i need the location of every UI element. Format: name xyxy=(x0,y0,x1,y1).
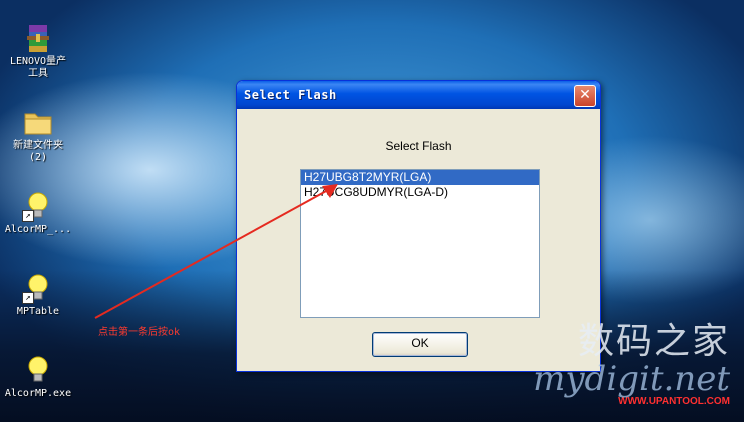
desktop-icon-alcormp-shortcut[interactable]: ↗ AlcorMP_... xyxy=(2,190,74,236)
dialog-title: Select Flash xyxy=(244,88,337,102)
icon-label: MPTable xyxy=(16,306,60,317)
lightbulb-shortcut-icon: ↗ xyxy=(22,190,54,222)
desktop-icon-alcormp-exe[interactable]: AlcorMP.exe xyxy=(2,354,74,400)
desktop-icon-new-folder[interactable]: 新建文件夹 (2) xyxy=(2,106,74,164)
watermark-cn: 数码之家 xyxy=(577,321,730,362)
close-icon: ✕ xyxy=(579,87,591,103)
icon-label: AlcorMP_... xyxy=(4,224,72,235)
desktop-icon-lenovo-tool[interactable]: LENOVO量产 工具 xyxy=(2,22,74,80)
watermark-en: mydigit.net xyxy=(533,359,730,399)
list-item-flash[interactable]: H27UCG8UDMYR(LGA-D) xyxy=(301,185,539,200)
winrar-archive-icon xyxy=(22,22,54,54)
lightbulb-shortcut-icon: ↗ xyxy=(22,272,54,304)
folder-icon xyxy=(22,106,54,138)
dialog-heading: Select Flash xyxy=(385,139,452,153)
desktop-icon-mptable[interactable]: ↗ MPTable xyxy=(2,272,74,318)
ok-button[interactable]: OK xyxy=(372,332,468,357)
watermark: 数码之家 mydigit.net WWW.UPANTOOL.COM xyxy=(533,321,730,408)
annotation-text: 点击第一条后按ok xyxy=(98,327,181,338)
icon-label: LENOVO量产 xyxy=(9,56,67,67)
flash-listbox[interactable]: H27UBG8T2MYR(LGA) H27UCG8UDMYR(LGA-D) xyxy=(300,169,540,318)
dialog-titlebar[interactable]: Select Flash ✕ xyxy=(237,81,600,109)
list-item-flash[interactable]: H27UBG8T2MYR(LGA) xyxy=(301,170,539,185)
lightbulb-icon xyxy=(22,354,54,386)
icon-label: 工具 xyxy=(28,68,48,79)
close-button[interactable]: ✕ xyxy=(574,85,596,107)
icon-label: AlcorMP.exe xyxy=(4,388,72,399)
shortcut-arrow-icon: ↗ xyxy=(22,292,34,304)
icon-label: (2) xyxy=(28,152,48,163)
shortcut-arrow-icon: ↗ xyxy=(22,210,34,222)
icon-label: 新建文件夹 xyxy=(13,140,63,151)
